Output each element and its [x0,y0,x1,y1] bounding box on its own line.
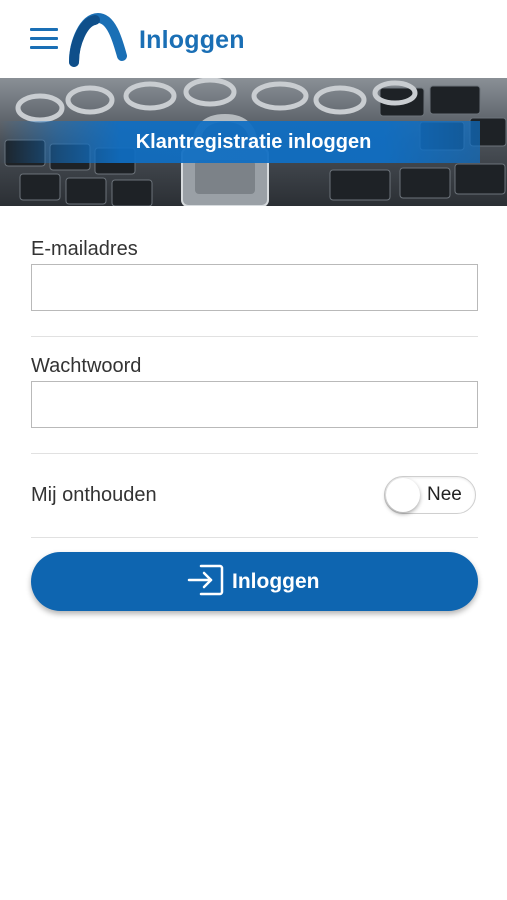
toggle-state-text: Nee [427,484,462,505]
banner-title: Klantregistratie inloggen [135,131,372,153]
divider [31,537,478,538]
email-field[interactable] [31,264,478,311]
password-field[interactable] [31,381,478,428]
brand-logo-icon [69,12,127,67]
sign-in-icon [187,564,224,596]
app-header: Inloggen [0,0,507,78]
password-label: Wachtwoord [31,355,142,377]
login-button-label: Inloggen [232,570,320,593]
hero-banner: Klantregistratie inloggen [0,78,507,206]
email-label: E-mailadres [31,238,138,260]
page-title: Inloggen [139,26,245,54]
hamburger-menu-icon[interactable] [30,28,58,50]
remember-me-toggle[interactable]: Nee [384,476,476,514]
remember-me-label: Mij onthouden [31,484,157,506]
toggle-knob [386,478,420,512]
login-button[interactable]: Inloggen [31,552,478,611]
divider [31,453,478,454]
divider [31,336,478,337]
